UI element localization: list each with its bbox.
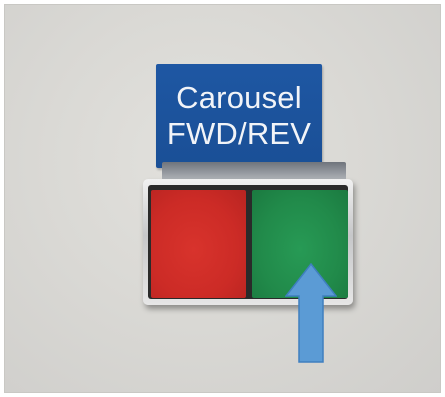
photo-background: Carousel FWD/REV [4,4,441,393]
up-arrow-shape [285,263,337,363]
sign-line-1: Carousel [176,80,302,115]
sign-line-2: FWD/REV [166,116,312,151]
carousel-fwd-rev-sign: Carousel FWD/REV [156,64,322,168]
up-arrow-icon [285,263,337,363]
red-push-button[interactable] [151,190,246,298]
